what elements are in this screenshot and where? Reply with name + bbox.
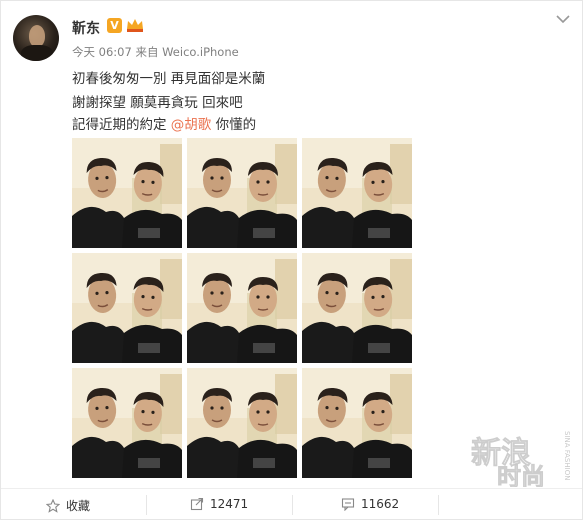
comment-button[interactable]: 11662	[341, 497, 399, 511]
sina-fashion-watermark: 新浪 时尚 SINA FASHION	[471, 431, 571, 487]
photo-image	[302, 138, 412, 248]
post-text-line-2: 謝謝探望 願莫再貪玩 回來吧	[72, 95, 243, 111]
photo-thumbnail[interactable]	[302, 253, 412, 363]
avatar[interactable]	[13, 15, 59, 61]
watermark-side-text: SINA FASHION	[563, 431, 571, 480]
photo-image	[72, 138, 182, 248]
favorite-button[interactable]: 收藏	[46, 497, 90, 514]
verified-badge-icon: V	[107, 18, 122, 33]
comment-count: 11662	[361, 497, 400, 511]
photo-image	[187, 138, 297, 248]
photo-thumbnail[interactable]	[72, 253, 182, 363]
chevron-down-icon[interactable]	[556, 14, 570, 24]
avatar-body	[21, 45, 53, 61]
action-separator	[146, 495, 147, 515]
avatar-face	[29, 25, 45, 47]
photo-image	[187, 368, 297, 478]
photo-image	[187, 253, 297, 363]
action-divider	[1, 488, 582, 489]
star-icon	[46, 498, 60, 513]
photo-thumbnail[interactable]	[187, 253, 297, 363]
mention-link[interactable]: @胡歌	[171, 117, 212, 133]
photo-thumbnail[interactable]	[72, 138, 182, 248]
comment-icon	[341, 498, 355, 511]
share-button[interactable]: 12471	[190, 497, 248, 511]
watermark-line-2: 时尚	[497, 463, 545, 487]
photo-image	[72, 368, 182, 478]
photo-thumbnail[interactable]	[72, 368, 182, 478]
photo-thumbnail[interactable]	[187, 368, 297, 478]
post-text-line-3: 記得近期的約定 @胡歌 你懂的	[72, 113, 256, 133]
photo-image	[302, 368, 412, 478]
username[interactable]: 靳东	[72, 18, 100, 38]
photo-thumbnail[interactable]	[187, 138, 297, 248]
share-icon	[190, 497, 204, 511]
action-separator	[438, 495, 439, 515]
photo-image	[72, 253, 182, 363]
action-separator	[292, 495, 293, 515]
share-count: 12471	[210, 497, 249, 511]
favorite-label: 收藏	[66, 499, 91, 513]
member-crown-icon	[127, 19, 143, 32]
post-text-line-1: 初春後匆匆一別 再見面卻是米蘭	[72, 71, 266, 87]
weibo-post-card: 靳东 V 今天 06:07 来自 Weico.iPhone 初春後匆匆一別 再見…	[0, 0, 583, 520]
photo-thumbnail[interactable]	[302, 368, 412, 478]
photo-grid	[72, 138, 412, 478]
photo-image	[302, 253, 412, 363]
post-meta: 今天 06:07 来自 Weico.iPhone	[72, 45, 239, 59]
post-text-line-3-end: 你懂的	[211, 117, 257, 133]
photo-thumbnail[interactable]	[302, 138, 412, 248]
post-text-line-3-start: 記得近期的約定	[72, 117, 171, 133]
